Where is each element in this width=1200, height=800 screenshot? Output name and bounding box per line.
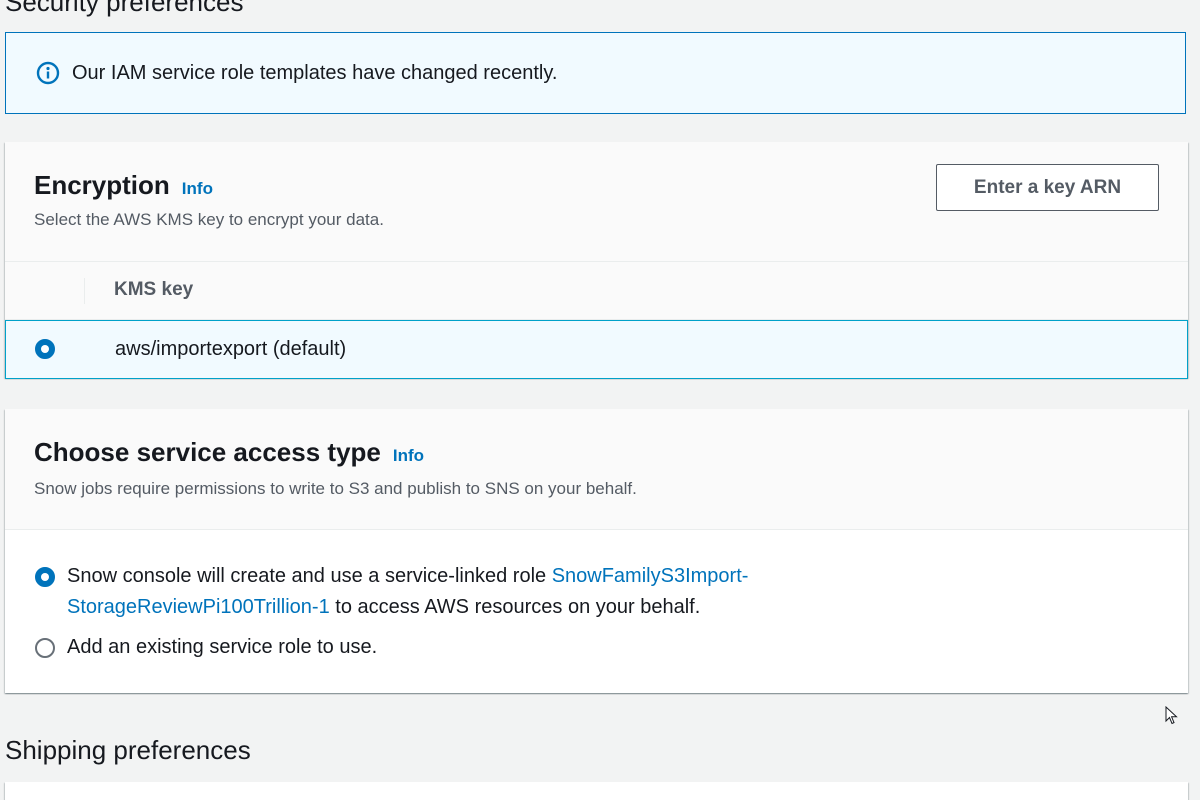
kms-key-radio[interactable] <box>35 339 55 359</box>
service-access-description: Snow jobs require permissions to write t… <box>34 479 637 498</box>
alert-message: Our IAM service role templates have chan… <box>72 61 558 84</box>
service-access-info-link[interactable]: Info <box>393 446 424 466</box>
page: Security preferences Our IAM service rol… <box>0 0 1200 800</box>
existing-role-option[interactable]: Add an existing service role to use. <box>67 632 377 663</box>
option-prefix: Snow console will create and use a servi… <box>67 565 552 587</box>
service-access-title-text: Choose service access type <box>34 437 381 467</box>
service-access-card-header: Choose service access type Info Snow job… <box>5 409 1188 530</box>
encryption-card-header: Encryption Info Select the AWS KMS key t… <box>5 142 1188 262</box>
kms-table-header: KMS key <box>5 262 1188 320</box>
encryption-info-link[interactable]: Info <box>182 179 213 199</box>
info-circle-icon <box>36 61 60 85</box>
encryption-title-text: Encryption <box>34 170 170 200</box>
encryption-description: Select the AWS KMS key to encrypt your d… <box>34 210 384 229</box>
kms-key-column-header: KMS key <box>114 279 194 300</box>
service-linked-role-link[interactable]: SnowFamilyS3Import- <box>552 565 749 587</box>
kms-key-label: aws/importexport (default) <box>115 338 347 360</box>
service-linked-role-link-cont[interactable]: StorageReviewPi100Trillion-1 <box>67 596 330 618</box>
service-access-card: Choose service access type Info Snow job… <box>5 409 1188 693</box>
service-linked-role-radio[interactable] <box>35 567 55 587</box>
service-access-title: Choose service access type Info <box>34 437 424 468</box>
security-preferences-heading: Security preferences <box>5 0 244 17</box>
table-row[interactable]: aws/importexport (default) <box>5 320 1188 379</box>
enter-key-arn-button[interactable]: Enter a key ARN <box>936 164 1159 211</box>
info-alert: Our IAM service role templates have chan… <box>5 32 1186 114</box>
encryption-title: Encryption Info <box>34 170 213 201</box>
existing-role-radio[interactable] <box>35 638 55 658</box>
mouse-cursor-icon <box>1165 705 1179 726</box>
encryption-card: Encryption Info Select the AWS KMS key t… <box>5 142 1188 379</box>
column-divider <box>84 278 85 304</box>
shipping-card <box>5 782 1188 800</box>
option-suffix: to access AWS resources on your behalf. <box>329 596 701 618</box>
service-linked-role-option[interactable]: Snow console will create and use a servi… <box>67 561 748 623</box>
shipping-preferences-heading: Shipping preferences <box>5 735 251 765</box>
